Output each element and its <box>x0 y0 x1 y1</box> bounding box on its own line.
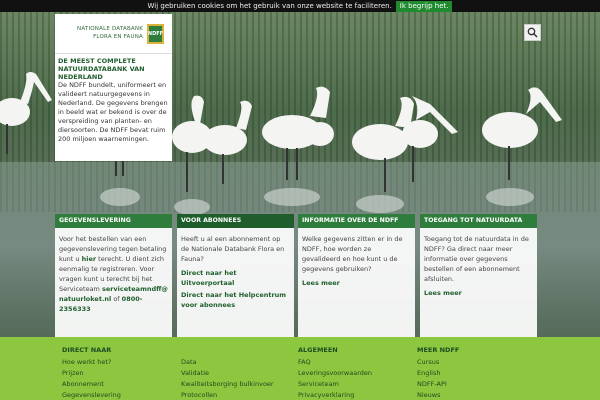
footer-column-algemeen: ALGEMEEN FAQ Leveringsvoorwaarden Servic… <box>298 346 372 400</box>
logo-line-2: FLORA EN FAUNA <box>93 34 143 40</box>
box-title: GEGEVENSLEVERING <box>55 214 172 228</box>
box-informatie-ndff: INFORMATIE OVER DE NDFF Welke gegevens z… <box>298 214 415 337</box>
footer-column-meer-ndff: MEER NDFF Cursus English NDFF-API Nieuws <box>417 346 459 400</box>
footer-column-data: Data Validatie Kwaliteitsborging bulkinv… <box>181 346 274 400</box>
footer-link[interactable]: Validatie <box>181 368 274 379</box>
footer-column-direct-naar: DIRECT NAAR Hoe werkt het? Prijzen Abonn… <box>62 346 121 400</box>
footer-link[interactable]: NDFF-API <box>417 379 459 390</box>
box-text: Heeft u al een abonnement op de National… <box>181 235 285 263</box>
ndff-logo[interactable]: NATIONALE DATABANK FLORA EN FAUNA NDFF <box>55 14 172 54</box>
footer-heading <box>181 346 274 357</box>
logo-text: NATIONALE DATABANK FLORA EN FAUNA <box>69 25 143 41</box>
helpcentrum-link[interactable]: Direct naar het Helpcentrum voor abonnee… <box>181 290 290 310</box>
footer: DIRECT NAAR Hoe werkt het? Prijzen Abonn… <box>0 337 600 400</box>
lees-meer-link[interactable]: Lees meer <box>302 278 411 288</box>
search-icon <box>527 27 538 38</box>
box-text: Voor het bestellen van een gegevenslever… <box>55 228 172 320</box>
intro-body: De NDFF bundelt, uniformeert en valideer… <box>58 81 168 143</box>
logo-line-1: NATIONALE DATABANK <box>77 26 143 32</box>
box-text-part: of <box>111 295 122 303</box>
box-toegang-natuurdata: TOEGANG TOT NATUURDATA Toegang tot de na… <box>420 214 537 337</box>
box-gegevenslevering: GEGEVENSLEVERING Voor het bestellen van … <box>55 214 172 337</box>
logo-mark-text: NDFF <box>147 31 164 37</box>
footer-link[interactable]: English <box>417 368 459 379</box>
logo-mark-icon: NDFF <box>147 24 164 44</box>
footer-link[interactable]: FAQ <box>298 357 372 368</box>
lees-meer-link[interactable]: Lees meer <box>424 288 533 298</box>
cookie-message: Wij gebruiken cookies om het gebruik van… <box>147 2 392 10</box>
box-title: TOEGANG TOT NATUURDATA <box>420 214 537 228</box>
footer-link[interactable]: Privacyverklaring <box>298 390 372 400</box>
intro-panel: NATIONALE DATABANK FLORA EN FAUNA NDFF D… <box>55 14 172 161</box>
footer-link[interactable]: Cursus <box>417 357 459 368</box>
footer-link[interactable]: Kwaliteitsborging bulkinvoer <box>181 379 274 390</box>
box-voor-abonnees: VOOR ABONNEES Heeft u al een abonnement … <box>177 214 294 337</box>
box-text: Toegang tot de natuurdata in de NDFF? Ga… <box>424 235 529 283</box>
search-button[interactable] <box>524 24 541 41</box>
cookie-bar: Wij gebruiken cookies om het gebruik van… <box>0 0 600 12</box>
footer-heading: MEER NDFF <box>417 346 460 354</box>
footer-link[interactable]: Hoe werkt het? <box>62 357 121 368</box>
box-title: INFORMATIE OVER DE NDFF <box>298 214 415 228</box>
uitvoerportaal-link[interactable]: Direct naar het Uitvoerportaal <box>181 268 290 288</box>
footer-link[interactable]: Gegevenslevering <box>62 390 121 400</box>
footer-link[interactable]: Serviceteam <box>298 379 372 390</box>
hier-link[interactable]: hier <box>82 255 96 263</box>
footer-link[interactable]: Leveringsvoorwaarden <box>298 368 372 379</box>
footer-link[interactable]: Protocollen <box>181 390 274 400</box>
box-text: Welke gegevens zitten er in de NDFF, hoe… <box>302 235 403 273</box>
footer-link[interactable]: Abonnement <box>62 379 121 390</box>
box-title: VOOR ABONNEES <box>177 214 294 228</box>
footer-heading: DIRECT NAAR <box>62 346 112 354</box>
footer-link[interactable]: Nieuws <box>417 390 459 400</box>
footer-link[interactable]: Prijzen <box>62 368 121 379</box>
footer-heading: ALGEMEEN <box>298 346 338 354</box>
cookie-accept-button[interactable]: Ik begrijp het. <box>395 0 453 12</box>
intro-heading: DE MEEST COMPLETE NATUURDATABANK VAN NED… <box>58 57 145 81</box>
footer-link[interactable]: Data <box>181 357 274 368</box>
